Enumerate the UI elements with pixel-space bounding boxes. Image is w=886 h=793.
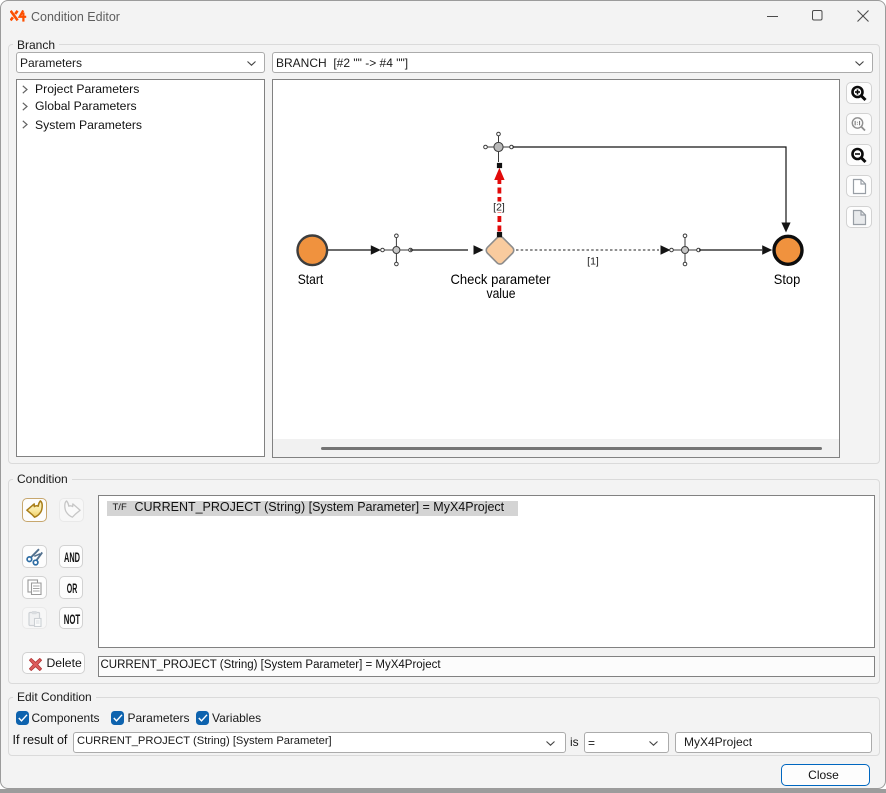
- svg-text:[1]: [1]: [587, 256, 599, 268]
- svg-text:[2]: [2]: [493, 202, 505, 214]
- svg-text:OR: OR: [66, 581, 77, 596]
- svg-text:Start: Start: [298, 271, 324, 287]
- svg-text:NOT: NOT: [63, 612, 80, 627]
- svg-text:Stop: Stop: [774, 271, 801, 287]
- svg-text:AND: AND: [64, 550, 80, 565]
- svg-text:value: value: [487, 285, 516, 301]
